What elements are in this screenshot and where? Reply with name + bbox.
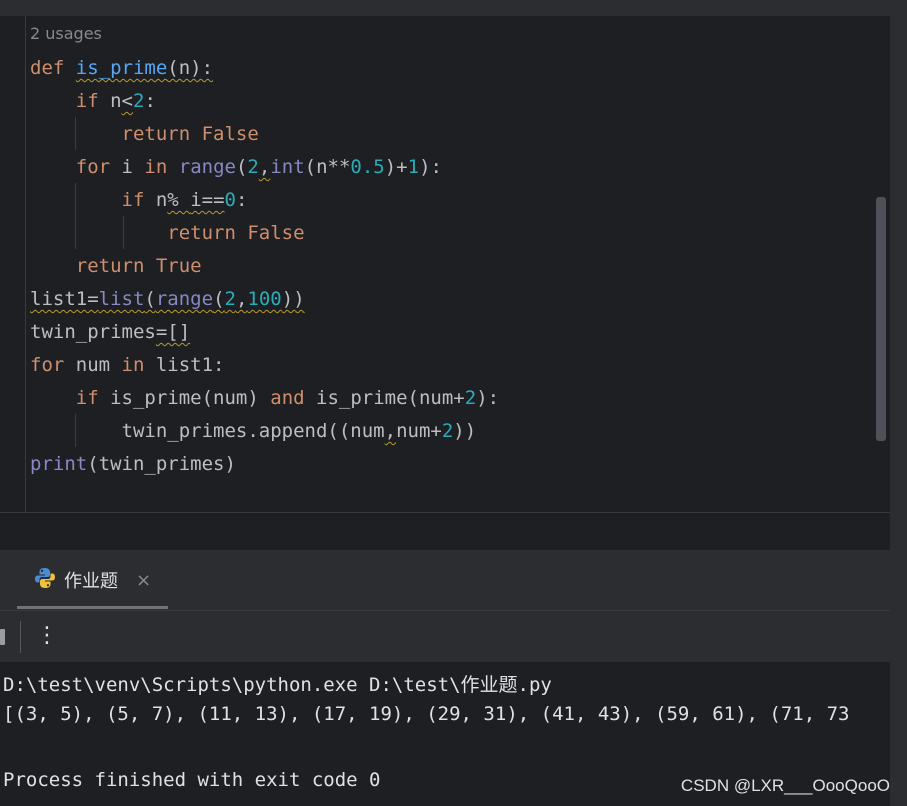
code-token: and: [270, 387, 317, 409]
console-line: Process finished with exit code 0: [3, 769, 381, 791]
code-editor[interactable]: 2 usages def is_prime(n): if n<2: return…: [0, 0, 890, 512]
watermark: CSDN @LXR___OooQooO: [680, 776, 890, 795]
code-token: 2: [247, 156, 259, 178]
code-token: range: [155, 288, 214, 310]
code-line: if n% i==0:: [30, 184, 499, 217]
code-token: ,: [235, 288, 248, 310]
code-token: return False: [121, 123, 259, 145]
code-token: is_prime(num+: [316, 387, 465, 409]
code-line: if n<2:: [30, 85, 499, 118]
code-line: if is_prime(num) and is_prime(num+2):: [30, 382, 499, 415]
code-token: num+: [396, 420, 442, 442]
usages-hint[interactable]: 2 usages: [30, 24, 102, 43]
code-token: n: [110, 90, 122, 112]
code-token: )): [453, 420, 477, 442]
code-token: ):: [419, 156, 442, 178]
function-name[interactable]: is_prime: [76, 57, 168, 79]
code-token: if: [75, 90, 111, 112]
python-icon: [34, 567, 56, 593]
code-line: for i in range(2,int(n**0.5)+1):: [30, 151, 499, 184]
stop-icon[interactable]: [0, 629, 5, 645]
tab-run-config[interactable]: 作业题 ×: [34, 568, 151, 592]
panel-divider[interactable]: [0, 512, 890, 551]
code-token: 1: [407, 156, 420, 178]
code-token: )+: [384, 156, 408, 178]
code-token: 0: [224, 189, 236, 211]
code-token: for: [75, 156, 122, 178]
code-token: 100: [247, 288, 282, 310]
run-toolbar: ⋮: [0, 610, 890, 663]
toolbar-separator: [20, 621, 21, 653]
console-line: [(3, 5), (5, 7), (11, 13), (17, 19), (29…: [3, 703, 850, 725]
code-token: int: [270, 156, 305, 178]
code-token: list1:: [155, 354, 225, 376]
code-line: for num in list1:: [30, 349, 499, 382]
code-token: )): [281, 288, 305, 310]
code-token: 2: [464, 387, 477, 409]
code-token: in: [144, 156, 179, 178]
code-line: return False: [30, 217, 499, 250]
code-token: list1=: [30, 288, 99, 310]
code-token: n: [155, 189, 168, 211]
editor-scrollbar[interactable]: [876, 197, 886, 441]
code-token: def: [30, 57, 76, 79]
code-token: 2: [441, 420, 454, 442]
active-tab-indicator: [17, 606, 168, 609]
code-token: =[]: [155, 321, 191, 343]
code-token: (n):: [167, 57, 214, 79]
gutter-divider: [25, 16, 26, 512]
code-token: for: [30, 354, 76, 376]
code-token: :: [235, 189, 248, 211]
code-token: %: [167, 189, 191, 211]
code-line: return False: [30, 118, 499, 151]
code-token: i: [121, 156, 145, 178]
code-token: ):: [476, 387, 500, 409]
code-token: (n**: [304, 156, 351, 178]
code-token: (: [213, 288, 225, 310]
code-token: return False: [167, 222, 305, 244]
more-options-icon[interactable]: ⋮: [36, 623, 58, 649]
code-token: if: [75, 387, 111, 409]
code-token: twin_primes: [30, 321, 156, 343]
tab-label: 作业题: [64, 571, 118, 592]
code-token: list: [98, 288, 145, 310]
code-line: return True: [30, 250, 499, 283]
code-line: list1=list(range(2,100)): [30, 283, 499, 316]
code-token: range: [178, 156, 236, 178]
code-token: ,: [384, 420, 397, 442]
code-token: 2: [224, 288, 236, 310]
code-token: twin_primes.append((num: [121, 420, 385, 442]
editor-top-strip: [0, 0, 890, 16]
close-icon[interactable]: ×: [136, 570, 151, 591]
code-token: if: [121, 189, 156, 211]
code-token: (: [144, 288, 156, 310]
code-token: print: [30, 453, 88, 475]
code-line: def is_prime(n):: [30, 52, 499, 85]
code-token: num: [75, 354, 122, 376]
code-token: 2: [133, 90, 145, 112]
code-line: twin_primes=[]: [30, 316, 499, 349]
code-token: <: [121, 90, 133, 112]
run-tab-bar: 作业题 ×: [0, 550, 890, 610]
code-token: is_prime(num): [110, 387, 271, 409]
code-line: twin_primes.append((num,num+2)): [30, 415, 499, 448]
code-lines[interactable]: def is_prime(n): if n<2: return False fo…: [30, 52, 499, 481]
right-tool-strip: [890, 0, 907, 806]
code-token: in: [121, 354, 156, 376]
console-line: D:\test\venv\Scripts\python.exe D:\test\…: [3, 674, 552, 696]
code-token: return True: [75, 255, 202, 277]
code-token: 0.5: [350, 156, 385, 178]
code-token: ,: [258, 156, 271, 178]
code-token: (twin_primes): [87, 453, 236, 475]
code-token: (: [235, 156, 248, 178]
code-line: print(twin_primes): [30, 448, 499, 481]
code-token: :: [144, 90, 156, 112]
code-token: i==: [190, 189, 225, 211]
